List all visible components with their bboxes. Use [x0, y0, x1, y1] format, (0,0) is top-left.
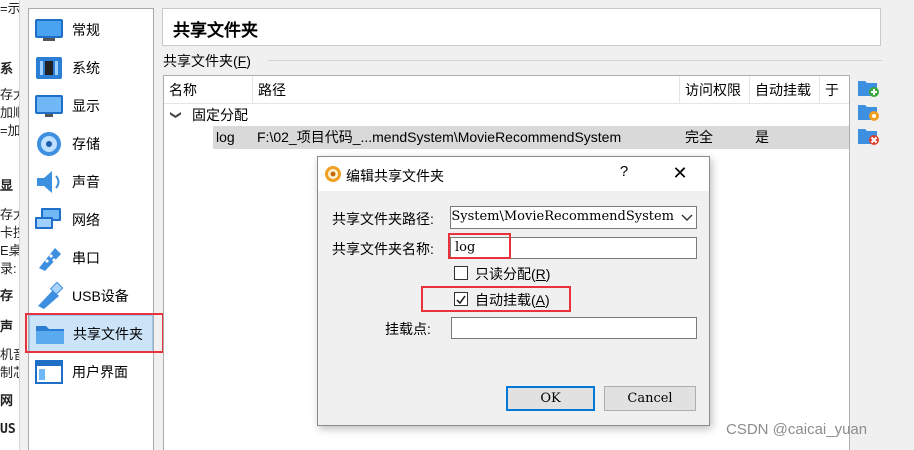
fragment-text: 系 — [0, 61, 14, 76]
sidebar-item-network[interactable]: 网络 — [29, 201, 153, 239]
general-icon — [33, 16, 65, 44]
group-row-machine-folders[interactable]: ❯ 固定分配 — [164, 104, 849, 126]
column-header-at[interactable]: 于 — [820, 76, 849, 104]
readonly-label[interactable]: 只读分配(R) — [475, 264, 550, 284]
fragment-text: 加顺 — [0, 105, 19, 120]
sidebar-item-label: 网络 — [72, 212, 100, 228]
edit-shared-folder-icon — [858, 105, 879, 121]
column-header-access[interactable]: 访问权限 — [680, 76, 750, 104]
cell-name: log — [216, 129, 235, 145]
ok-button[interactable]: OK — [506, 386, 595, 411]
cancel-button[interactable]: Cancel — [604, 386, 696, 411]
fragment-text: 存 — [0, 288, 14, 303]
fragment-text: 显 — [0, 178, 14, 193]
audio-icon — [33, 168, 65, 196]
sidebar-item-serial-port[interactable]: 串口 — [29, 239, 153, 277]
edit-shared-folder-dialog: 编辑共享文件夹 ? ✕ 共享文件夹路径: dSystem\MovieRecomm… — [317, 156, 710, 426]
cell-access: 完全 — [685, 129, 713, 145]
fragment-text: 网 — [0, 393, 14, 408]
sidebar-item-usb[interactable]: USB设备 — [29, 277, 153, 315]
network-icon — [33, 206, 65, 234]
column-header-name[interactable]: 名称 — [164, 76, 253, 104]
sidebar-item-general[interactable]: 常规 — [29, 11, 153, 49]
fragment-text: 制芯 — [0, 365, 19, 380]
page-title: 共享文件夹 — [162, 8, 881, 46]
chevron-down-icon[interactable] — [676, 207, 696, 228]
serial-port-icon — [33, 244, 65, 272]
chevron-down-icon[interactable]: ❯ — [165, 110, 187, 119]
sidebar-item-label: 声音 — [72, 174, 100, 190]
section-label: 共享文件夹(F) — [163, 53, 251, 69]
folder-name-label: 共享文件夹名称: — [332, 241, 434, 257]
dialog-titlebar[interactable]: 编辑共享文件夹 ? ✕ — [318, 157, 709, 191]
fragment-text: 录: — [0, 261, 17, 276]
fragment-text: 存大 — [0, 207, 19, 222]
folder-path-value: dSystem\MovieRecommendSystem — [450, 209, 674, 224]
folder-path-label: 共享文件夹路径: — [332, 211, 434, 227]
automount-checkbox[interactable] — [454, 292, 468, 306]
sidebar-item-system[interactable]: 系统 — [29, 49, 153, 87]
sidebar-item-label: 共享文件夹 — [73, 326, 143, 342]
readonly-checkbox[interactable] — [454, 266, 468, 280]
group-label: 固定分配 — [192, 107, 248, 123]
system-icon — [33, 54, 65, 82]
mount-point-field[interactable] — [451, 317, 697, 339]
dialog-title: 编辑共享文件夹 — [346, 168, 444, 184]
fragment-text: =加 — [0, 123, 20, 138]
cell-path: F:\02_项目代码_...mendSystem\MovieRecommendS… — [257, 129, 622, 145]
fragment-text: =示 — [0, 1, 20, 16]
table-row[interactable]: log F:\02_项目代码_...mendSystem\MovieRecomm… — [213, 126, 849, 149]
folder-name-field[interactable]: log — [450, 237, 697, 259]
watermark: CSDN @caicai_yuan — [726, 421, 868, 438]
checkmark-icon — [456, 295, 466, 305]
background-window-strip: =示 系 存大 加顺 =加 显 存大 卡控 E桌 录: 存 声 机音 制芯 网 … — [0, 0, 20, 450]
fragment-text: 卡控 — [0, 225, 19, 240]
sidebar-item-label: 显示 — [72, 98, 100, 114]
fragment-text: 机音 — [0, 347, 19, 362]
storage-icon — [33, 130, 65, 158]
table-header: 名称 路径 访问权限 自动挂载 于 — [164, 76, 849, 104]
remove-shared-folder-button[interactable] — [856, 125, 880, 147]
settings-category-list: 常规 系统 显示 存储 声音 网络 串口 USB设备 共享文件夹 用户界面 — [28, 8, 154, 450]
cell-automount: 是 — [755, 129, 769, 145]
sidebar-item-storage[interactable]: 存储 — [29, 125, 153, 163]
help-button[interactable]: ? — [608, 163, 640, 185]
column-header-path[interactable]: 路径 — [253, 76, 680, 104]
automount-label[interactable]: 自动挂载(A) — [475, 290, 550, 310]
sidebar-item-label: 用户界面 — [72, 364, 128, 380]
section-divider — [268, 60, 882, 61]
column-header-automount[interactable]: 自动挂载 — [750, 76, 820, 104]
sidebar-item-label: 常规 — [72, 22, 100, 38]
add-shared-folder-icon — [858, 81, 879, 97]
usb-icon — [33, 281, 65, 310]
sidebar-item-label: 系统 — [72, 60, 100, 76]
sidebar-item-label: USB设备 — [72, 288, 129, 304]
sidebar-item-label: 串口 — [72, 250, 100, 266]
add-shared-folder-button[interactable] — [856, 77, 880, 99]
shared-folder-icon — [34, 320, 66, 348]
user-interface-icon — [33, 358, 65, 386]
fragment-text: 存大 — [0, 87, 19, 102]
mount-point-label: 挂载点: — [385, 321, 431, 337]
sidebar-item-display[interactable]: 显示 — [29, 87, 153, 125]
folder-path-combobox[interactable]: dSystem\MovieRecommendSystem — [450, 206, 697, 229]
fragment-text: E桌 — [0, 243, 20, 258]
fragment-text: 声 — [0, 319, 14, 334]
sidebar-item-shared-folders[interactable]: 共享文件夹 — [29, 315, 153, 353]
sidebar-item-label: 存储 — [72, 136, 100, 152]
sidebar-item-audio[interactable]: 声音 — [29, 163, 153, 201]
close-button[interactable]: ✕ — [664, 163, 696, 185]
display-icon — [33, 92, 65, 120]
fragment-text: US — [0, 422, 16, 437]
edit-shared-folder-button[interactable] — [856, 101, 880, 123]
remove-shared-folder-icon — [858, 129, 879, 145]
sidebar-item-user-interface[interactable]: 用户界面 — [29, 353, 153, 391]
virtualbox-settings-icon — [324, 165, 342, 183]
